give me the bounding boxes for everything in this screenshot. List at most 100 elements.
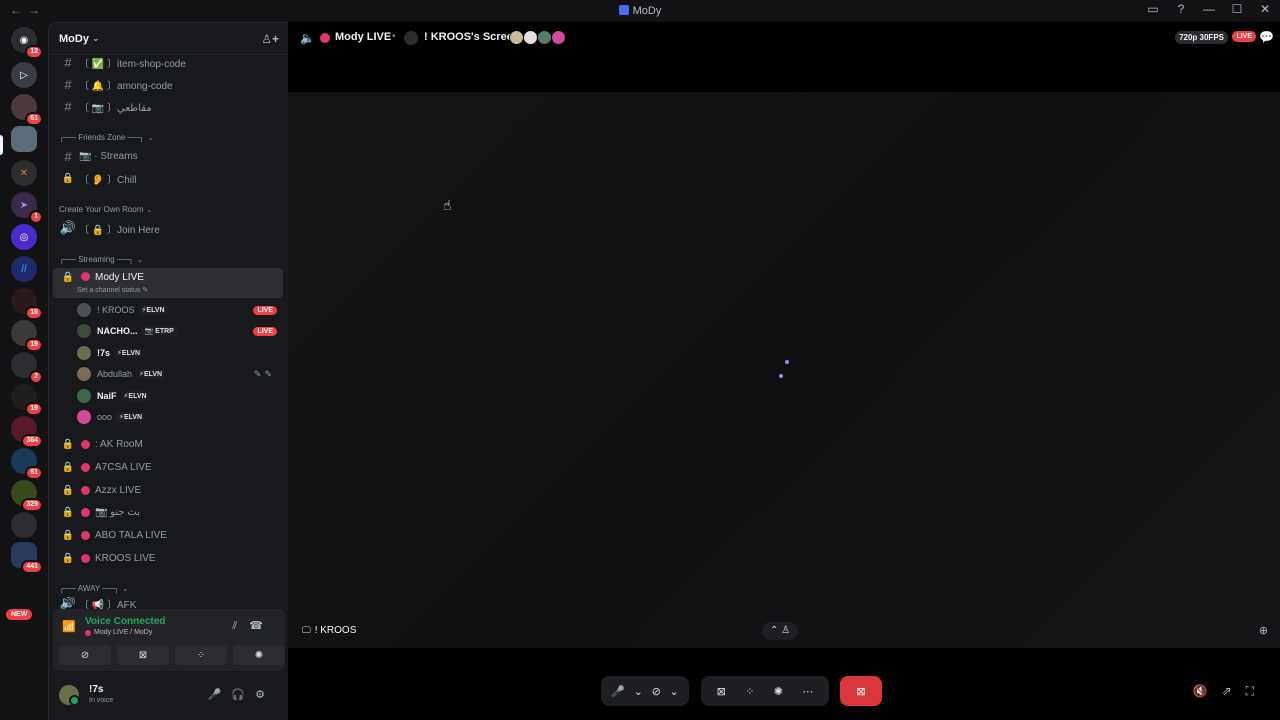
- channel-among-code[interactable]: # 〔 🔔 〕among-code: [53, 74, 283, 94]
- voice-connected-status[interactable]: Voice Connected: [85, 616, 165, 627]
- microphone-icon[interactable]: 🎤: [611, 685, 625, 698]
- help-icon[interactable]: ?: [1174, 2, 1188, 16]
- channel-dot-icon: [81, 507, 90, 517]
- lock-icon: 🔒: [61, 484, 75, 496]
- server-icon[interactable]: 2: [11, 352, 43, 384]
- separator: •: [392, 31, 396, 42]
- channel-ak-room[interactable]: 🔒: AK RooM: [53, 434, 283, 454]
- user-panel: !7s In voice 🎤🎧⚙: [53, 675, 285, 715]
- channel-join-here[interactable]: 🔊 〔 🔒 〕Join Here: [53, 218, 283, 238]
- stream-view-controls[interactable]: 🔇⇗⛶: [1193, 684, 1268, 699]
- channel-sidebar: MoDy ⌄ ♙+ # 〔 ✅ 〕item-shop-code # 〔 🔔 〕amo…: [48, 22, 288, 720]
- viewer-avatars[interactable]: [509, 30, 566, 45]
- server-icon-active[interactable]: [11, 126, 37, 152]
- new-badge[interactable]: NEW: [6, 609, 33, 620]
- channel-status[interactable]: Set a channel status ✎: [77, 286, 148, 294]
- stream-stage[interactable]: ☝ 🖵! KROOS ⌃ ♙ ⊕: [288, 92, 1280, 648]
- zoom-icon[interactable]: ⊕: [1259, 624, 1268, 637]
- close-button[interactable]: ✕: [1258, 2, 1272, 16]
- leave-call-button[interactable]: ⊠: [840, 676, 882, 706]
- streamer-avatar: [404, 31, 418, 45]
- channel-item-shop-code[interactable]: # 〔 ✅ 〕item-shop-code: [53, 52, 283, 72]
- activities-button[interactable]: ⁘: [175, 645, 227, 665]
- category-friends-zone[interactable]: ┌── Friends Zone ──┐ ⌄: [59, 133, 153, 142]
- channel-abo-tala-live[interactable]: 🔒 ABO TALA LIVE: [53, 525, 283, 545]
- screen-title: ! KROOS's Screen: [424, 31, 520, 43]
- channel-mody-live[interactable]: 🔒 Mody LIVE Set a channel status ✎: [53, 268, 283, 298]
- server-icon[interactable]: 61: [11, 94, 43, 126]
- invite-icon[interactable]: ♙+: [261, 32, 279, 46]
- app-icon: [618, 5, 629, 15]
- lock-icon: 🔒: [61, 272, 75, 283]
- voice-user[interactable]: ! KROOS ⚡ELVN LIVE: [77, 300, 283, 320]
- channel-chill[interactable]: 🔒 〔 👂 〕Chill: [53, 168, 283, 188]
- hashtag-icon: #: [64, 54, 72, 70]
- channel-arabic-live[interactable]: 🔒 📷 بث جنو: [53, 502, 283, 522]
- avatar: [77, 346, 91, 360]
- voice-user[interactable]: NaiF ⚡ELVN: [77, 386, 283, 406]
- server-icon[interactable]: //: [11, 256, 37, 282]
- category-create-room[interactable]: Create Your Own Room ⌄: [59, 205, 152, 214]
- voice-panel-actions[interactable]: ⫽☎: [232, 619, 275, 633]
- server-icon[interactable]: ◎: [11, 224, 37, 250]
- server-icon[interactable]: 364: [11, 416, 43, 448]
- voice-user[interactable]: ooo ⚡ELVN: [77, 407, 283, 427]
- category-away[interactable]: ┌── AWAY ──┐ ⌄: [59, 584, 128, 593]
- activities-icon[interactable]: ⁘: [745, 685, 754, 698]
- voice-user[interactable]: !7s ⚡ELVN: [77, 343, 283, 363]
- user-controls[interactable]: 🎤🎧⚙: [208, 688, 275, 701]
- loading-spinner: [779, 374, 783, 378]
- channel-a7csa-live[interactable]: 🔒 A7CSA LIVE: [53, 457, 283, 477]
- monitor-icon: 🖵: [302, 625, 311, 635]
- camera-off-button[interactable]: ⊘: [59, 645, 111, 665]
- server-icon[interactable]: ✕: [11, 160, 37, 186]
- maximize-button[interactable]: ☐: [1230, 2, 1244, 16]
- voice-user[interactable]: NACHO... 📷 ETRP LIVE: [77, 321, 283, 341]
- camera-off-icon[interactable]: ⊘: [652, 685, 661, 698]
- inbox-icon[interactable]: ▭: [1146, 2, 1160, 16]
- voice-connection-panel: 📶 Voice Connected Mody LIVE / MoDy ⫽☎ ⊘ …: [53, 609, 285, 671]
- lock-icon: 🔒: [61, 529, 75, 541]
- chevron-down-icon[interactable]: ⌄: [669, 685, 678, 698]
- voice-channel-name[interactable]: Mody LIVE: [335, 31, 391, 43]
- soundboard-button[interactable]: ✺: [233, 645, 285, 665]
- server-icon[interactable]: 19: [11, 384, 43, 416]
- server-icon[interactable]: 61: [11, 448, 43, 480]
- server-icon[interactable]: 19: [11, 320, 43, 352]
- server-folder-icon[interactable]: 441: [11, 542, 43, 574]
- username[interactable]: !7s: [89, 684, 103, 695]
- channel-azzx-live[interactable]: 🔒 Azzx LIVE: [53, 480, 283, 500]
- stop-screen-share-icon[interactable]: ⊠: [717, 685, 726, 698]
- channel-arabic-clips[interactable]: # 〔 📷 〕مقاطعي: [53, 96, 283, 116]
- noise-suppression-icon: ⫽: [232, 620, 250, 632]
- call-controls: 🎤 ⌄ ⊘ ⌄ ⊠ ⁘ ✺ ⋯ ⊠ 🔇⇗⛶: [288, 676, 1280, 706]
- voice-location[interactable]: Mody LIVE / MoDy: [85, 629, 152, 636]
- server-icon[interactable]: ➤ 1: [11, 192, 43, 224]
- lock-icon: 🔒: [61, 461, 75, 473]
- channel-afk[interactable]: 🔊 〔 📢 〕AFK: [53, 597, 283, 609]
- live-badge: LIVE: [1232, 31, 1256, 42]
- avatar[interactable]: [59, 685, 80, 706]
- direct-messages-icon[interactable]: ◉ 12: [11, 27, 43, 59]
- stop-screen-share-button[interactable]: ⊠: [117, 645, 169, 665]
- chevron-down-icon: ⌄: [136, 256, 143, 264]
- soundboard-icon[interactable]: ✺: [774, 685, 783, 698]
- signal-icon[interactable]: 📶: [62, 620, 76, 633]
- server-icon[interactable]: 16: [11, 288, 43, 320]
- chevron-down-icon[interactable]: ⌄: [634, 685, 643, 698]
- chat-icon[interactable]: 💬: [1259, 30, 1274, 44]
- window-controls[interactable]: ▭ ? — ☐ ✕: [1146, 2, 1272, 16]
- server-icon[interactable]: ▷: [11, 62, 37, 88]
- voice-user[interactable]: Abdullah ⚡ELVN ✎✎: [77, 364, 283, 384]
- channel-streams[interactable]: # 📷 · Streams: [53, 146, 283, 166]
- server-icon[interactable]: 329: [11, 480, 43, 512]
- speaker-icon[interactable]: 🔈: [300, 31, 315, 45]
- server-header[interactable]: MoDy ⌄ ♙+: [49, 23, 288, 55]
- category-streaming[interactable]: ┌── Streaming ──┐ ⌄: [59, 255, 143, 264]
- speaker-icon: 🔊: [59, 220, 77, 235]
- server-icon[interactable]: [11, 512, 37, 538]
- expand-participants-button[interactable]: ⌃ ♙: [762, 622, 798, 640]
- minimize-button[interactable]: —: [1202, 2, 1216, 16]
- channel-kroos-live[interactable]: 🔒 KROOS LIVE: [53, 548, 283, 568]
- more-icon[interactable]: ⋯: [802, 685, 813, 698]
